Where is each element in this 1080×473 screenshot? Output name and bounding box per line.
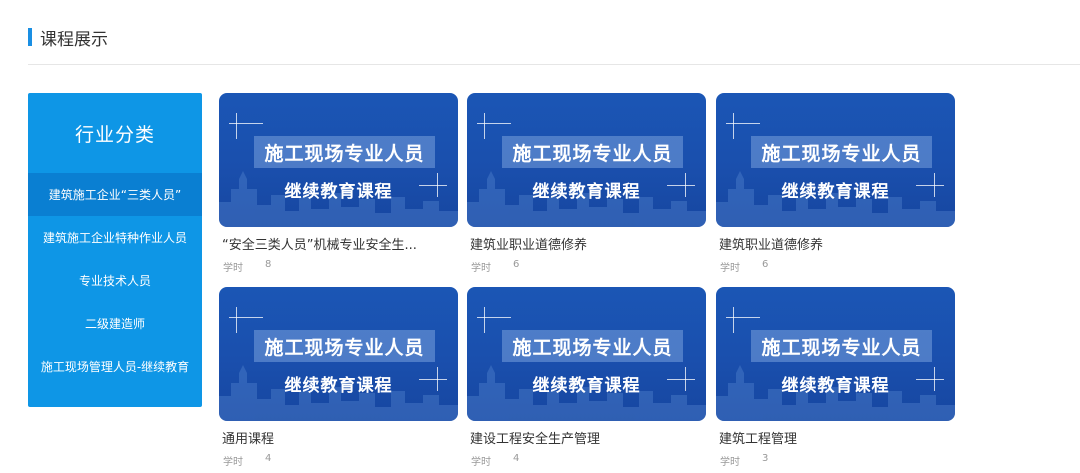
thumbnail-subtitle: 继续教育课程 <box>532 376 641 396</box>
thumbnail-subtitle: 继续教育课程 <box>781 376 890 396</box>
section-divider <box>28 64 1080 65</box>
course-thumbnail[interactable]: 施工现场专业人员 继续教育课程 <box>716 93 955 227</box>
thumbnail-banner: 施工现场专业人员 <box>254 136 435 168</box>
hours-value: 4 <box>513 453 520 464</box>
hours-label: 学时 <box>471 457 491 468</box>
course-card[interactable]: 施工现场专业人员 继续教育课程 通用课程 学时 4 <box>219 287 458 468</box>
course-thumbnail[interactable]: 施工现场专业人员 继续教育课程 <box>716 287 955 421</box>
course-name[interactable]: 建筑职业道德修养 <box>716 234 948 253</box>
course-name[interactable]: “安全三类人员”机械专业安全生... <box>219 234 451 253</box>
thumbnail-subtitle: 继续教育课程 <box>532 182 641 202</box>
course-meta: 学时 3 <box>716 453 955 468</box>
section-title: 课程展示 <box>40 29 108 50</box>
course-meta: 学时 6 <box>467 259 706 274</box>
course-meta: 学时 8 <box>219 259 458 274</box>
category-item-site-managers[interactable]: 施工现场管理人员-继续教育 <box>28 345 202 388</box>
thumbnail-banner: 施工现场专业人员 <box>751 136 932 168</box>
thumbnail-subtitle: 继续教育课程 <box>284 376 393 396</box>
thumbnail-subtitle: 继续教育课程 <box>781 182 890 202</box>
hours-value: 3 <box>762 453 769 464</box>
hours-label: 学时 <box>720 263 740 274</box>
section-header: 课程展示 <box>28 26 108 50</box>
hours-value: 6 <box>762 259 769 270</box>
hours-value: 6 <box>513 259 520 270</box>
hours-label: 学时 <box>223 457 243 468</box>
course-name[interactable]: 建筑业职业道德修养 <box>467 234 699 253</box>
thumbnail-banner: 施工现场专业人员 <box>254 330 435 362</box>
thumbnail-banner: 施工现场专业人员 <box>502 136 683 168</box>
category-panel-title: 行业分类 <box>74 123 155 146</box>
category-item-three-types[interactable]: 建筑施工企业“三类人员” <box>28 173 202 216</box>
hours-value: 8 <box>265 259 272 270</box>
thumbnail-banner: 施工现场专业人员 <box>502 330 683 362</box>
course-thumbnail[interactable]: 施工现场专业人员 继续教育课程 <box>219 93 458 227</box>
thumbnail-subtitle: 继续教育课程 <box>284 182 393 202</box>
course-thumbnail[interactable]: 施工现场专业人员 继续教育课程 <box>219 287 458 421</box>
course-meta: 学时 4 <box>467 453 706 468</box>
course-meta: 学时 4 <box>219 453 458 468</box>
course-card[interactable]: 施工现场专业人员 继续教育课程 建筑职业道德修养 学时 6 <box>716 93 955 274</box>
category-panel: 行业分类 建筑施工企业“三类人员” 建筑施工企业特种作业人员 专业技术人员 二级… <box>28 93 202 407</box>
course-card[interactable]: 施工现场专业人员 继续教育课程 建设工程安全生产管理 学时 4 <box>467 287 706 468</box>
course-name[interactable]: 建筑工程管理 <box>716 428 948 447</box>
category-item-second-class-builder[interactable]: 二级建造师 <box>28 302 202 345</box>
course-card[interactable]: 施工现场专业人员 继续教育课程 建筑业职业道德修养 学时 6 <box>467 93 706 274</box>
course-name[interactable]: 建设工程安全生产管理 <box>467 428 699 447</box>
course-name[interactable]: 通用课程 <box>219 428 451 447</box>
thumbnail-banner: 施工现场专业人员 <box>751 330 932 362</box>
course-thumbnail[interactable]: 施工现场专业人员 继续教育课程 <box>467 287 706 421</box>
course-card[interactable]: 施工现场专业人员 继续教育课程 “安全三类人员”机械专业安全生... 学时 8 <box>219 93 458 274</box>
section-accent-bar <box>28 28 32 46</box>
hours-label: 学时 <box>720 457 740 468</box>
course-card[interactable]: 施工现场专业人员 继续教育课程 建筑工程管理 学时 3 <box>716 287 955 468</box>
hours-label: 学时 <box>223 263 243 274</box>
category-item-special-operations[interactable]: 建筑施工企业特种作业人员 <box>28 216 202 259</box>
course-thumbnail[interactable]: 施工现场专业人员 继续教育课程 <box>467 93 706 227</box>
hours-label: 学时 <box>471 263 491 274</box>
category-item-technical-staff[interactable]: 专业技术人员 <box>28 259 202 302</box>
course-meta: 学时 6 <box>716 259 955 274</box>
hours-value: 4 <box>265 453 272 464</box>
